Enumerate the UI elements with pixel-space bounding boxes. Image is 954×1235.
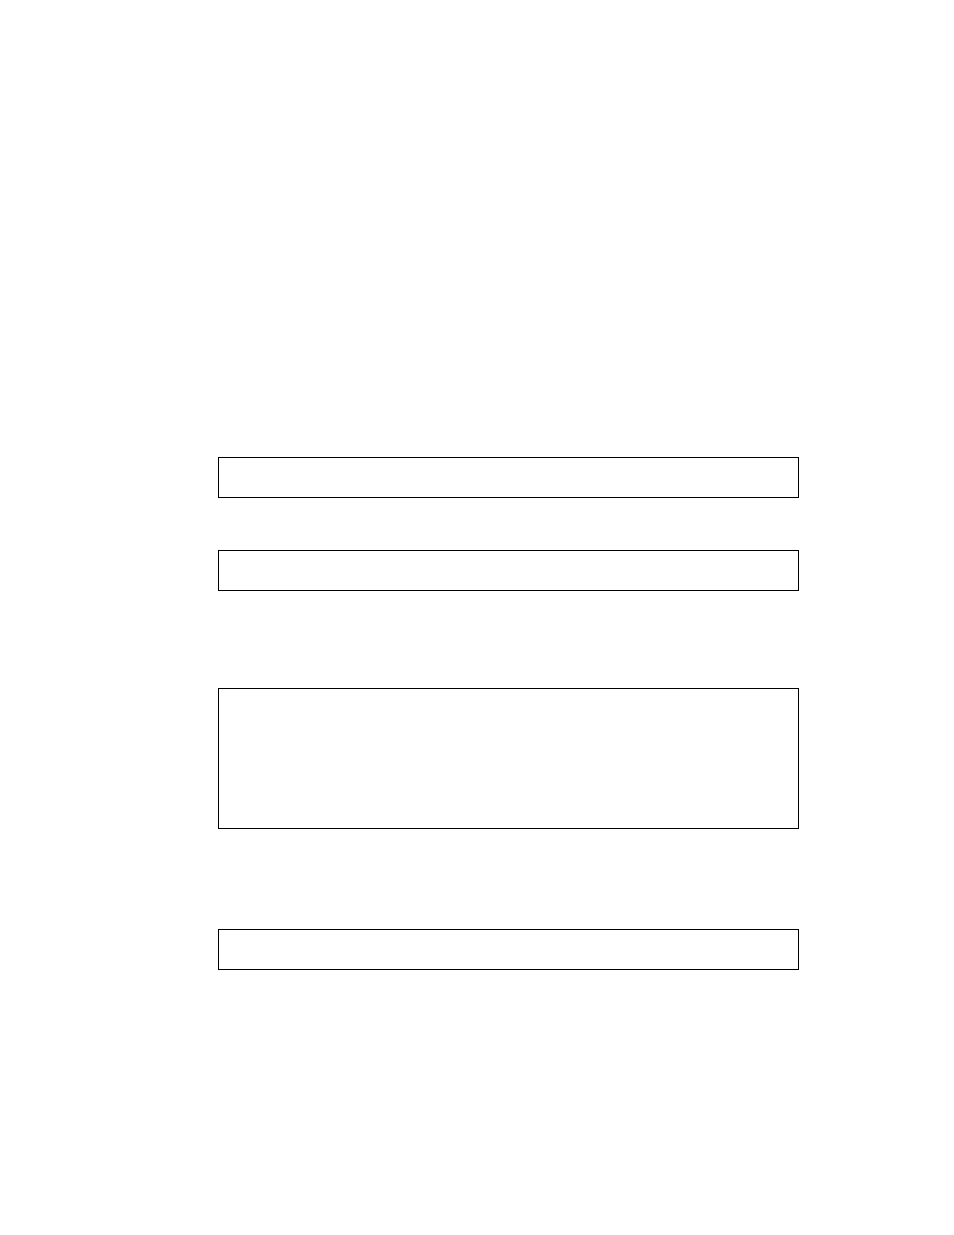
input-box-3[interactable] — [218, 929, 799, 970]
textarea-box-1[interactable] — [218, 688, 799, 829]
input-box-2[interactable] — [218, 550, 799, 591]
input-box-1[interactable] — [218, 457, 799, 498]
